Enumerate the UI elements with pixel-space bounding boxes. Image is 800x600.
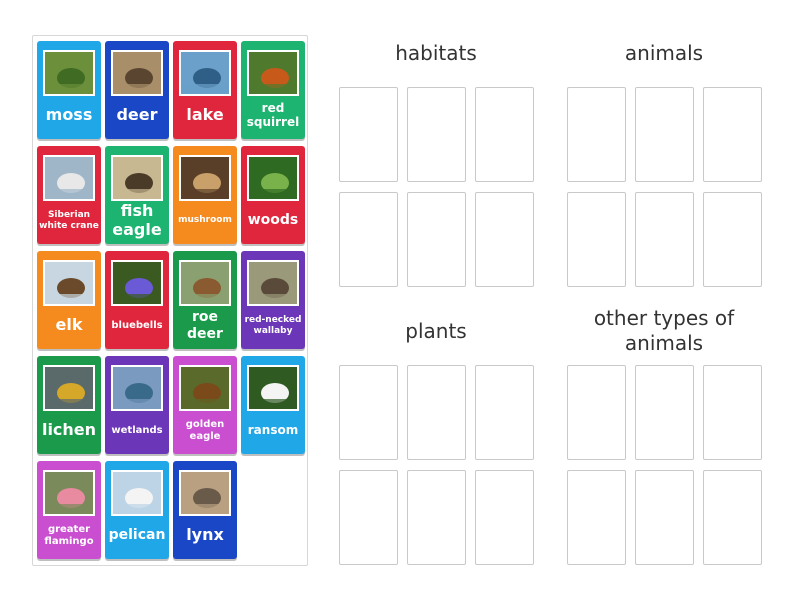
- card-label: moss: [45, 105, 93, 125]
- lynx-photo: [179, 470, 231, 516]
- card-fish-eagle[interactable]: fish eagle: [105, 146, 169, 244]
- drop-slot-plants[interactable]: [475, 470, 534, 565]
- pelican-photo: [111, 470, 163, 516]
- card-ransom[interactable]: ransom: [241, 356, 305, 454]
- drop-slot-other-types-of-animals[interactable]: [703, 470, 762, 565]
- card-golden-eagle[interactable]: golden eagle: [173, 356, 237, 454]
- card-label: golden eagle: [185, 419, 225, 442]
- drop-slot-other-types-of-animals[interactable]: [703, 365, 762, 460]
- card-label: lynx: [186, 525, 224, 545]
- moss-photo: [43, 50, 95, 96]
- card-label: red-necked wallaby: [244, 315, 302, 336]
- drop-slot-habitats[interactable]: [407, 192, 466, 287]
- drop-slot-animals[interactable]: [567, 87, 626, 182]
- card-red-necked-wallaby[interactable]: red-necked wallaby: [241, 251, 305, 349]
- card-label: elk: [55, 315, 83, 335]
- drop-slot-plants[interactable]: [339, 365, 398, 460]
- card-label: red squirrel: [246, 100, 300, 129]
- card-pelican[interactable]: pelican: [105, 461, 169, 559]
- card-lichen[interactable]: lichen: [37, 356, 101, 454]
- card-greater-flamingo[interactable]: greater flamingo: [37, 461, 101, 559]
- bluebells-photo: [111, 260, 163, 306]
- card-label: pelican: [108, 527, 166, 544]
- wetlands-photo: [111, 365, 163, 411]
- card-label: wetlands: [111, 424, 163, 436]
- group-title-animals: animals: [624, 41, 704, 65]
- wallaby-photo: [247, 260, 299, 306]
- card-lynx[interactable]: lynx: [173, 461, 237, 559]
- woods-photo: [247, 155, 299, 201]
- roe-deer-photo: [179, 260, 231, 306]
- card-mushroom[interactable]: mushroom: [173, 146, 237, 244]
- drop-slot-animals[interactable]: [567, 192, 626, 287]
- card-label: roe deer: [187, 309, 223, 342]
- drop-slot-other-types-of-animals[interactable]: [567, 470, 626, 565]
- crane-photo: [43, 155, 95, 201]
- card-siberian-white-crane[interactable]: Siberian white crane: [37, 146, 101, 244]
- card-red-squirrel[interactable]: red squirrel: [241, 41, 305, 139]
- drop-slot-habitats[interactable]: [475, 87, 534, 182]
- card-bluebells[interactable]: bluebells: [105, 251, 169, 349]
- card-label: lake: [186, 105, 224, 125]
- group-title-other-types-of-animals: other types of animals: [593, 306, 735, 355]
- drop-slot-plants[interactable]: [339, 470, 398, 565]
- drop-slot-animals[interactable]: [703, 192, 762, 287]
- drop-slot-habitats[interactable]: [339, 87, 398, 182]
- card-label: deer: [116, 105, 158, 125]
- drop-slot-habitats[interactable]: [339, 192, 398, 287]
- card-label: lichen: [41, 420, 97, 440]
- card-label: greater flamingo: [44, 524, 94, 547]
- drop-slot-animals[interactable]: [635, 87, 694, 182]
- red-squirrel-photo: [247, 50, 299, 96]
- flamingo-photo: [43, 470, 95, 516]
- card-label: ransom: [247, 422, 299, 437]
- drop-slot-animals[interactable]: [703, 87, 762, 182]
- card-label: mushroom: [178, 215, 232, 226]
- card-elk[interactable]: elk: [37, 251, 101, 349]
- drop-slot-animals[interactable]: [635, 192, 694, 287]
- card-woods[interactable]: woods: [241, 146, 305, 244]
- lake-photo: [179, 50, 231, 96]
- drop-slot-plants[interactable]: [407, 470, 466, 565]
- fish-eagle-photo: [111, 155, 163, 201]
- drop-slot-other-types-of-animals[interactable]: [635, 365, 694, 460]
- card-lake[interactable]: lake: [173, 41, 237, 139]
- card-moss[interactable]: moss: [37, 41, 101, 139]
- ransom-photo: [247, 365, 299, 411]
- lichen-photo: [43, 365, 95, 411]
- deer-photo: [111, 50, 163, 96]
- card-wetlands[interactable]: wetlands: [105, 356, 169, 454]
- drop-slot-habitats[interactable]: [407, 87, 466, 182]
- drop-slot-other-types-of-animals[interactable]: [567, 365, 626, 460]
- drop-slot-plants[interactable]: [407, 365, 466, 460]
- group-title-plants: plants: [405, 319, 467, 343]
- drop-slot-plants[interactable]: [475, 365, 534, 460]
- drop-slot-habitats[interactable]: [475, 192, 534, 287]
- golden-eagle-photo: [179, 365, 231, 411]
- mushroom-photo: [179, 155, 231, 201]
- drop-slot-other-types-of-animals[interactable]: [635, 470, 694, 565]
- card-label: fish eagle: [112, 201, 162, 239]
- card-label: woods: [247, 212, 299, 229]
- card-label: Siberian white crane: [39, 210, 99, 231]
- card-label: bluebells: [111, 319, 163, 331]
- elk-photo: [43, 260, 95, 306]
- card-roe-deer[interactable]: roe deer: [173, 251, 237, 349]
- card-deer[interactable]: deer: [105, 41, 169, 139]
- group-title-habitats: habitats: [395, 41, 477, 65]
